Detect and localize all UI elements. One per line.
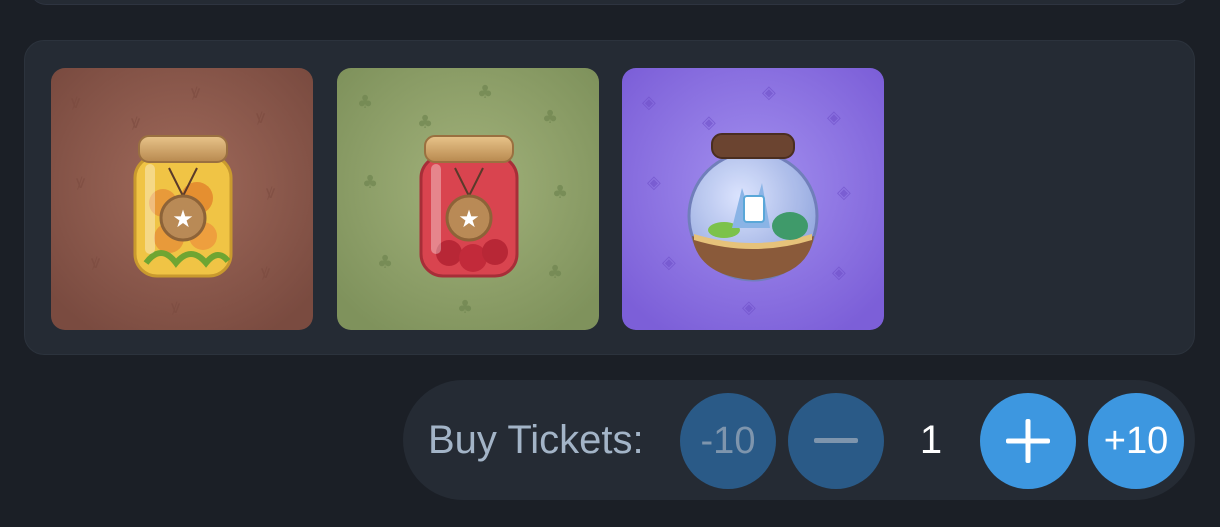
prize-tile-cherry-jar[interactable]: ♣ ♣ ♣ ♣ ♣ ♣ ♣ ♣ ♣ ★ [337, 68, 599, 330]
prize-card: ꝟ ꝟ ꝟ ꝟ ꝟ ꝟ ꝟ ꝟ ꝟ ★ ♣ ♣ ♣ ♣ ♣ ♣ ♣ ♣ ♣ ★ ◈ ◈ ◈ … [24, 40, 1195, 355]
svg-text:◈: ◈ [837, 182, 851, 203]
svg-text:ꝟ: ꝟ [171, 297, 181, 318]
increment-button[interactable] [980, 393, 1076, 489]
svg-text:ꝟ: ꝟ [91, 252, 101, 273]
minus-10-button[interactable]: -10 [680, 393, 776, 489]
svg-text:◈: ◈ [647, 172, 661, 193]
svg-text:★: ★ [458, 205, 480, 233]
previous-card [30, 0, 1190, 4]
svg-text:◈: ◈ [642, 92, 656, 113]
plus-10-label: +10 [1103, 419, 1169, 462]
svg-text:◈: ◈ [762, 82, 776, 103]
pickle-jar-icon: ꝟ ꝟ ꝟ ꝟ ꝟ ꝟ ꝟ ꝟ ꝟ ★ [51, 68, 313, 330]
svg-text:♣: ♣ [362, 172, 378, 193]
svg-text:◈: ◈ [827, 107, 841, 128]
svg-text:♣: ♣ [477, 82, 493, 103]
plus-10-button[interactable]: +10 [1088, 393, 1184, 489]
plus-icon [1006, 419, 1050, 463]
svg-text:♣: ♣ [417, 112, 433, 133]
svg-text:♣: ♣ [457, 297, 473, 318]
buy-tickets-bar: Buy Tickets: -10 1 +10 [403, 380, 1195, 500]
svg-text:◈: ◈ [702, 112, 716, 133]
svg-text:★: ★ [172, 205, 194, 233]
minus-10-label: -10 [700, 419, 756, 462]
svg-text:◈: ◈ [742, 297, 756, 318]
ticket-quantity: 1 [919, 418, 943, 462]
prize-tile-terrarium[interactable]: ◈ ◈ ◈ ◈ ◈ ◈ ◈ ◈ ◈ [622, 68, 884, 330]
minus-icon [814, 438, 858, 443]
svg-text:♣: ♣ [377, 252, 393, 273]
svg-text:◈: ◈ [832, 262, 846, 283]
buy-tickets-label: Buy Tickets: [428, 418, 644, 462]
cherry-jam-jar-icon: ♣ ♣ ♣ ♣ ♣ ♣ ♣ ♣ ♣ ★ [337, 68, 599, 330]
svg-text:ꝟ: ꝟ [256, 107, 266, 128]
svg-text:♣: ♣ [542, 107, 558, 128]
svg-text:ꝟ: ꝟ [71, 92, 81, 113]
svg-text:ꝟ: ꝟ [191, 82, 201, 103]
svg-text:ꝟ: ꝟ [261, 262, 271, 283]
svg-text:♣: ♣ [552, 182, 568, 203]
prize-tile-pickle-jar[interactable]: ꝟ ꝟ ꝟ ꝟ ꝟ ꝟ ꝟ ꝟ ꝟ ★ [51, 68, 313, 330]
svg-text:ꝟ: ꝟ [266, 182, 276, 203]
svg-text:ꝟ: ꝟ [131, 112, 141, 133]
svg-text:◈: ◈ [662, 252, 676, 273]
decrement-button[interactable] [788, 393, 884, 489]
svg-text:♣: ♣ [547, 262, 563, 283]
terrarium-icon: ◈ ◈ ◈ ◈ ◈ ◈ ◈ ◈ ◈ [622, 68, 884, 330]
svg-text:ꝟ: ꝟ [76, 172, 86, 193]
svg-text:♣: ♣ [357, 92, 373, 113]
